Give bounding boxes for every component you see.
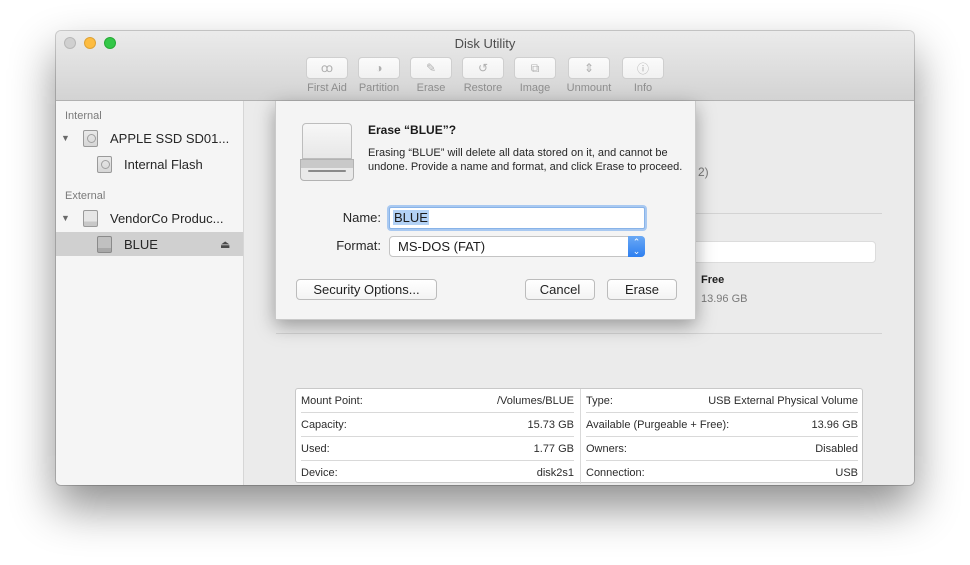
info-row-connection: Connection: USB bbox=[586, 461, 858, 485]
info-value: 13.96 GB bbox=[811, 418, 858, 431]
info-row-owners: Owners: Disabled bbox=[586, 437, 858, 461]
first-aid-label: First Aid bbox=[307, 82, 347, 94]
info-label: Info bbox=[633, 82, 653, 94]
name-input-value: BLUE bbox=[393, 210, 429, 225]
restore-label: Restore bbox=[463, 82, 503, 94]
info-row-capacity: Capacity: 15.73 GB bbox=[301, 413, 574, 437]
restore-icon: ↺ bbox=[477, 61, 489, 75]
toolbar-partition[interactable]: ◑ Partition bbox=[356, 57, 402, 94]
unmount-icon: ⇕ bbox=[583, 61, 595, 75]
sidebar-item-internal-flash[interactable]: Internal Flash bbox=[56, 152, 243, 176]
image-label: Image bbox=[519, 82, 551, 94]
format-select[interactable]: MS-DOS (FAT) ⌃ ⌄ bbox=[389, 236, 645, 257]
sidebar-item-label: VendorCo Produc... bbox=[110, 210, 224, 226]
info-value: Disabled bbox=[815, 442, 858, 455]
info-value: USB bbox=[835, 467, 858, 479]
info-icon: ⓘ bbox=[636, 61, 649, 76]
volume-info-table: Mount Point: /Volumes/BLUE Capacity: 15.… bbox=[295, 388, 863, 484]
sidebar-item-apple-ssd[interactable]: ▼ APPLE SSD SD01... bbox=[56, 126, 243, 150]
volume-subtitle-partial: 2) bbox=[698, 165, 709, 179]
info-label: Device: bbox=[301, 467, 338, 479]
sidebar-item-blue[interactable]: BLUE ⏏ bbox=[56, 232, 243, 256]
dialog-message: Erasing “BLUE” will delete all data stor… bbox=[368, 147, 683, 173]
stethoscope-icon: ꝏ bbox=[320, 61, 334, 75]
format-label: Format: bbox=[336, 238, 381, 253]
select-stepper-icon: ⌃ ⌄ bbox=[628, 236, 645, 257]
info-label: Type: bbox=[586, 394, 613, 407]
unmount-button[interactable]: ⇕ bbox=[568, 57, 610, 79]
toolbar-info[interactable]: ⓘ Info bbox=[620, 57, 666, 94]
name-input[interactable]: BLUE bbox=[389, 207, 645, 229]
disclosure-triangle-icon[interactable]: ▼ bbox=[61, 213, 70, 223]
unmount-label: Unmount bbox=[566, 82, 612, 94]
name-label: Name: bbox=[342, 210, 381, 225]
sidebar-item-label: Internal Flash bbox=[124, 156, 203, 172]
info-label: Owners: bbox=[586, 442, 627, 455]
dialog-title: Erase “BLUE”? bbox=[368, 123, 457, 137]
toolbar-restore[interactable]: ↺ Restore bbox=[460, 57, 506, 94]
info-row-device: Device: disk2s1 bbox=[301, 461, 574, 485]
image-button[interactable]: ⧉ bbox=[514, 57, 556, 79]
disclosure-triangle-icon[interactable]: ▼ bbox=[61, 133, 70, 143]
sidebar: Internal ▼ APPLE SSD SD01... Internal Fl… bbox=[56, 101, 244, 485]
external-volume-icon bbox=[97, 236, 112, 253]
info-label: Used: bbox=[301, 442, 330, 455]
erase-sheet-dialog: Erase “BLUE”? Erasing “BLUE” will delete… bbox=[275, 101, 696, 320]
sidebar-item-vendorco[interactable]: ▼ VendorCo Produc... bbox=[56, 206, 243, 230]
erase-label: Erase bbox=[416, 82, 446, 94]
internal-volume-icon bbox=[97, 156, 112, 173]
eject-icon[interactable]: ⏏ bbox=[220, 238, 230, 251]
cancel-button[interactable]: Cancel bbox=[525, 279, 595, 300]
erase-button[interactable]: Erase bbox=[607, 279, 677, 300]
security-options-button[interactable]: Security Options... bbox=[296, 279, 437, 300]
info-button[interactable]: ⓘ bbox=[622, 57, 664, 79]
toolbar-image[interactable]: ⧉ Image bbox=[512, 57, 558, 94]
info-label: Available (Purgeable + Free): bbox=[586, 418, 730, 431]
sidebar-item-label: APPLE SSD SD01... bbox=[110, 130, 230, 146]
info-value: 1.77 GB bbox=[533, 442, 574, 455]
info-column-right: Type: USB External Physical Volume Avail… bbox=[580, 389, 863, 484]
partition-label: Partition bbox=[358, 82, 400, 94]
free-space-label: Free bbox=[701, 274, 725, 286]
toolbar-erase[interactable]: ✎ Erase bbox=[408, 57, 454, 94]
partition-button[interactable]: ◑ bbox=[358, 57, 400, 79]
disk-utility-window: Disk Utility ꝏ First Aid ◑ Partition ✎ E… bbox=[56, 31, 914, 485]
toolbar-unmount[interactable]: ⇕ Unmount bbox=[566, 57, 612, 94]
info-row-available: Available (Purgeable + Free): 13.96 GB bbox=[586, 413, 858, 437]
erase-toolbar-button[interactable]: ✎ bbox=[410, 57, 452, 79]
image-icon: ⧉ bbox=[530, 60, 540, 75]
info-value: disk2s1 bbox=[536, 467, 574, 479]
erase-icon: ✎ bbox=[425, 61, 437, 75]
info-value: /Volumes/BLUE bbox=[496, 394, 574, 407]
partition-pie-icon: ◑ bbox=[375, 61, 383, 75]
info-value: 15.73 GB bbox=[527, 418, 574, 431]
external-disk-icon bbox=[83, 210, 98, 227]
info-column-left: Mount Point: /Volumes/BLUE Capacity: 15.… bbox=[296, 389, 579, 484]
info-label: Capacity: bbox=[301, 418, 347, 431]
internal-disk-icon bbox=[83, 130, 98, 147]
window-title: Disk Utility bbox=[454, 36, 516, 51]
info-label: Connection: bbox=[586, 467, 645, 479]
toolbar-first-aid[interactable]: ꝏ First Aid bbox=[304, 57, 350, 94]
info-row-mount-point: Mount Point: /Volumes/BLUE bbox=[301, 389, 574, 413]
divider bbox=[276, 333, 882, 334]
titlebar: Disk Utility ꝏ First Aid ◑ Partition ✎ E… bbox=[56, 31, 914, 101]
sidebar-item-label: BLUE bbox=[124, 236, 158, 252]
info-row-used: Used: 1.77 GB bbox=[301, 437, 574, 461]
sidebar-section-internal: Internal bbox=[65, 110, 102, 122]
free-space-value: 13.96 GB bbox=[701, 293, 748, 305]
usage-bar bbox=[676, 241, 876, 263]
sidebar-section-external: External bbox=[65, 190, 106, 202]
restore-button[interactable]: ↺ bbox=[462, 57, 504, 79]
info-label: Mount Point: bbox=[301, 394, 363, 407]
format-select-value: MS-DOS (FAT) bbox=[398, 239, 486, 254]
info-row-type: Type: USB External Physical Volume bbox=[586, 389, 858, 413]
info-value: USB External Physical Volume bbox=[708, 394, 858, 407]
first-aid-button[interactable]: ꝏ bbox=[306, 57, 348, 79]
external-disk-icon bbox=[300, 123, 354, 181]
